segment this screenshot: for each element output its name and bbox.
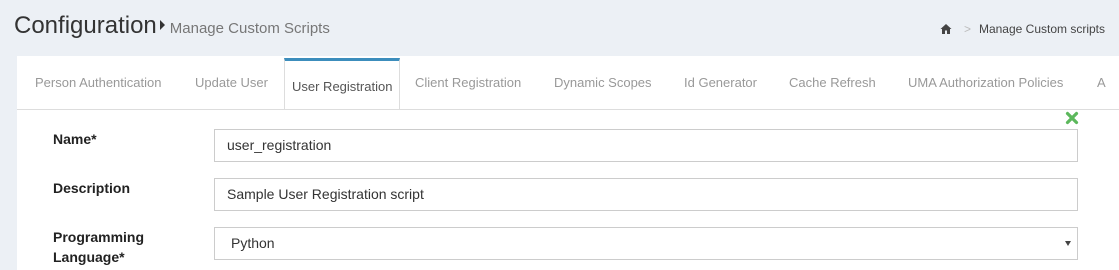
tab-uma-authorization-policies[interactable]: UMA Authorization Policies — [908, 56, 1063, 109]
tab-client-registration[interactable]: Client Registration — [415, 56, 521, 109]
description-label: Description — [53, 180, 131, 196]
name-label: Name* — [53, 131, 97, 147]
breadcrumb-current: Manage Custom scripts — [978, 22, 1105, 36]
programming-language-label: Programming Language* — [53, 227, 144, 267]
page-title: Configuration Manage Custom Scripts — [14, 12, 330, 40]
tab-dynamic-scopes[interactable]: Dynamic Scopes — [554, 56, 652, 109]
scripts-panel: Person Authentication Update User User R… — [17, 56, 1119, 270]
programming-language-label-line1: Programming — [53, 229, 145, 245]
breadcrumb-separator: > — [963, 22, 971, 36]
caret-right-icon — [159, 20, 165, 30]
description-field[interactable]: Sample User Registration script — [214, 178, 1078, 211]
content-header: Configuration Manage Custom Scripts > Man… — [0, 0, 1119, 56]
programming-language-value: Python — [231, 235, 275, 251]
tab-user-registration[interactable]: User Registration — [284, 58, 401, 109]
programming-language-label-line2: Language* — [53, 249, 125, 265]
tab-id-generator[interactable]: Id Generator — [684, 56, 757, 109]
name-field[interactable]: user_registration — [214, 129, 1078, 162]
home-icon[interactable] — [940, 23, 952, 35]
tab-person-authentication[interactable]: Person Authentication — [35, 56, 161, 109]
tab-overflow[interactable]: A — [1097, 56, 1106, 109]
chevron-down-icon — [1065, 241, 1071, 246]
script-type-tabs: Person Authentication Update User User R… — [17, 56, 1119, 110]
page-subtitle: Manage Custom Scripts — [169, 20, 330, 37]
page-title-text: Configuration — [14, 12, 157, 39]
tab-update-user[interactable]: Update User — [195, 56, 268, 109]
tab-cache-refresh[interactable]: Cache Refresh — [789, 56, 876, 109]
programming-language-select[interactable]: Python — [214, 227, 1078, 260]
close-icon[interactable] — [1065, 111, 1079, 125]
breadcrumb: > Manage Custom scripts — [940, 22, 1105, 36]
